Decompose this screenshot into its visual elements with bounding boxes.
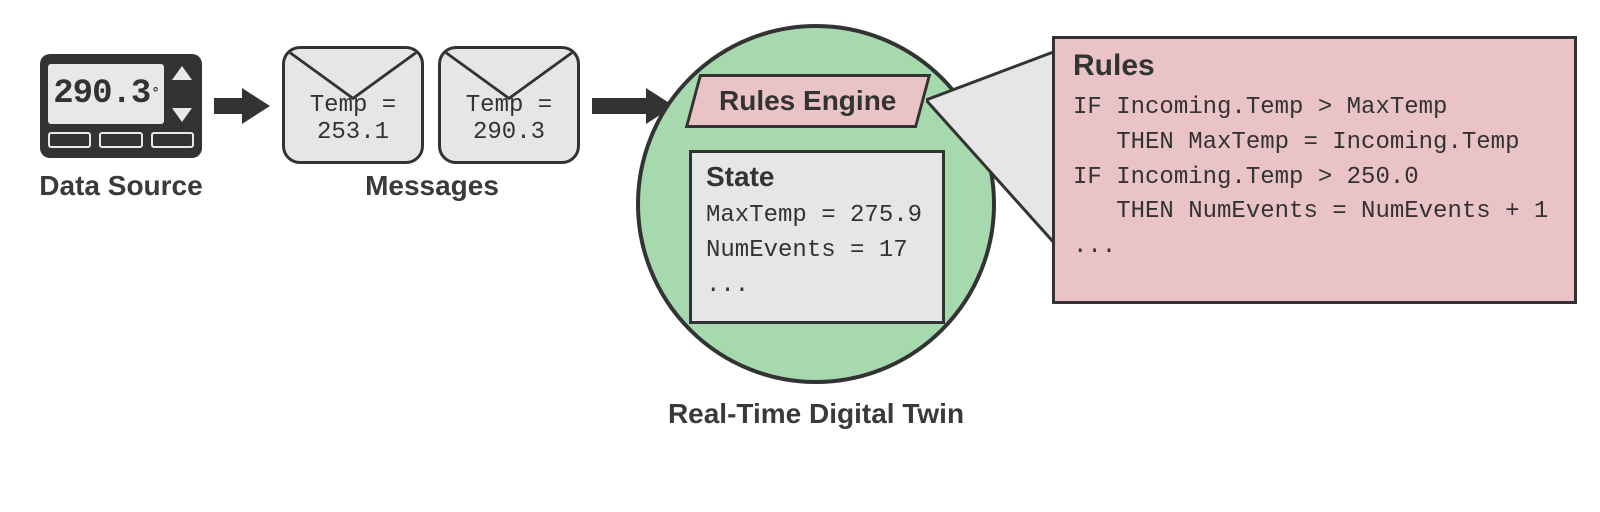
device-display: 290.3° bbox=[48, 64, 164, 124]
message-label: Temp = bbox=[441, 92, 577, 120]
rules-title: Rules bbox=[1073, 49, 1556, 83]
device-reading: 290.3 bbox=[53, 75, 150, 113]
rules-engine-box: Rules Engine bbox=[685, 74, 931, 128]
rules-line: IF Incoming.Temp > MaxTemp bbox=[1073, 91, 1556, 126]
degree-symbol: ° bbox=[151, 86, 158, 102]
state-line: NumEvents = 17 bbox=[706, 234, 928, 269]
state-ellipsis: ... bbox=[706, 269, 928, 304]
message-text: Temp = 253.1 bbox=[285, 92, 421, 147]
rules-line: IF Incoming.Temp > 250.0 bbox=[1073, 161, 1556, 196]
arrow-icon bbox=[214, 88, 270, 124]
message-envelope-icon: Temp = 290.3 bbox=[438, 46, 580, 164]
rules-line: THEN NumEvents = NumEvents + 1 bbox=[1073, 195, 1556, 230]
message-envelope-icon: Temp = 253.1 bbox=[282, 46, 424, 164]
twin-caption: Real-Time Digital Twin bbox=[636, 398, 996, 430]
message-value: 253.1 bbox=[285, 119, 421, 147]
messages-caption: Messages bbox=[282, 170, 582, 202]
message-label: Temp = bbox=[285, 92, 421, 120]
rules-box: Rules IF Incoming.Temp > MaxTemp THEN Ma… bbox=[1052, 36, 1577, 304]
state-line: MaxTemp = 275.9 bbox=[706, 199, 928, 234]
data-source-device-icon: 290.3° bbox=[40, 54, 202, 158]
callout-wedge-icon bbox=[926, 48, 1066, 248]
data-source-caption: Data Source bbox=[18, 170, 224, 202]
device-slots-icon bbox=[48, 132, 194, 148]
message-value: 290.3 bbox=[441, 119, 577, 147]
rules-line: THEN MaxTemp = Incoming.Temp bbox=[1073, 126, 1556, 161]
up-down-icon bbox=[170, 64, 194, 124]
rules-engine-label: Rules Engine bbox=[719, 85, 896, 117]
message-text: Temp = 290.3 bbox=[441, 92, 577, 147]
state-box: State MaxTemp = 275.9 NumEvents = 17 ... bbox=[689, 150, 945, 324]
state-title: State bbox=[706, 161, 928, 193]
rules-ellipsis: ... bbox=[1073, 230, 1556, 265]
